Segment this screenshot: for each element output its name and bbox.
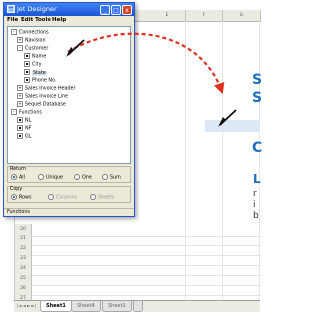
drag-path-arrow xyxy=(67,32,225,95)
drop-cursor-icon xyxy=(218,109,237,127)
drag-arrows-overlay xyxy=(66,32,237,127)
mouse-cursor-icon xyxy=(66,39,85,57)
